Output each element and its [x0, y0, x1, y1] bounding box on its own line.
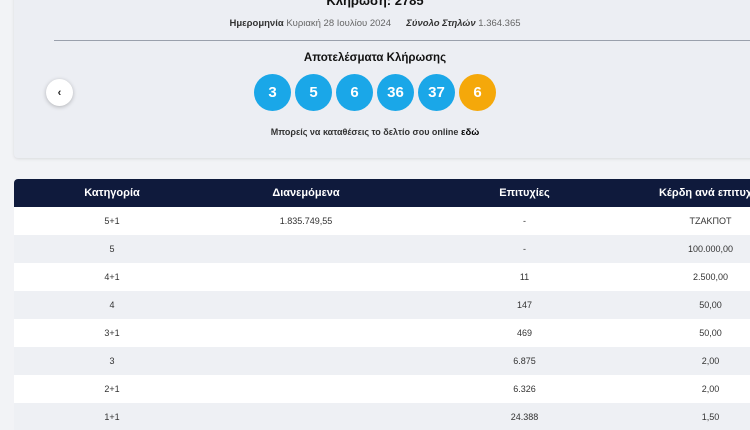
number-ball: 37 — [418, 74, 455, 111]
cell-winners: 469 — [516, 328, 533, 338]
table-row: 2+1 6.326 2,00 — [14, 375, 750, 403]
cell-winners: 11 — [519, 272, 530, 282]
number-ball: 36 — [377, 74, 414, 111]
table-row: 4 147 50,00 — [14, 291, 750, 319]
columns-label: Σύνολο Στηλών — [406, 18, 476, 29]
cell-category: 4+1 — [104, 272, 120, 282]
date-label: Ημερομηνία — [229, 18, 284, 29]
online-link[interactable]: εδώ — [461, 127, 479, 138]
cell-prize: 50,00 — [699, 328, 722, 338]
cell-prize: 1,50 — [701, 412, 720, 422]
cell-category: 2+1 — [104, 384, 120, 394]
online-text: Μπορείς να καταθέσεις το δελτίο σου onli… — [270, 127, 461, 137]
columns-value: 1.364.365 — [478, 18, 521, 29]
divider — [54, 40, 750, 41]
table-row: 3 6.875 2,00 — [14, 347, 750, 375]
header-winners: Επιτυχίες — [499, 187, 550, 199]
draw-title: Κλήρωση: 2785 — [326, 0, 424, 8]
results-title: Αποτελέσματα Κλήρωσης — [303, 52, 447, 64]
cell-distributed: 1.835.749,55 — [279, 216, 333, 226]
header-prize-per-winner: Κέρδη ανά επιτυχία — [658, 187, 750, 199]
cell-prize: 100.000,00 — [687, 244, 734, 254]
table-row: 4+1 11 2.500,00 — [14, 263, 750, 291]
table-row: 5+1 1.835.749,55 - ΤΖΑΚΠΟΤ — [14, 207, 750, 235]
cell-winners: 6.875 — [513, 356, 536, 366]
table-row: 5 - 100.000,00 — [14, 235, 750, 263]
draw-meta: Ημερομηνία Κυριακή 28 Ιουλίου 2024 Σύνολ… — [0, 18, 750, 29]
table-body: 5+1 1.835.749,55 - ΤΖΑΚΠΟΤ 5 - 100.000,00 4+1 11… — [14, 207, 750, 430]
number-ball: 5 — [295, 74, 332, 111]
cell-winners: - — [523, 244, 526, 254]
header-distributed: Διανεμόμενα — [272, 187, 340, 199]
joker-ball: 6 — [459, 74, 496, 111]
table-row: 3+1 469 50,00 — [14, 319, 750, 347]
cell-category: 4 — [109, 300, 115, 310]
cell-category: 1+1 — [104, 412, 120, 422]
date-value: Κυριακή 28 Ιουλίου 2024 — [286, 18, 391, 29]
online-notice: Μπορείς να καταθέσεις το δελτίο σου onli… — [0, 127, 750, 138]
number-ball: 6 — [336, 74, 373, 111]
cell-winners: 147 — [516, 300, 533, 310]
table-row: 1+1 24.388 1,50 — [14, 403, 750, 430]
cell-winners: - — [523, 216, 526, 226]
cell-prize: 2,00 — [701, 356, 720, 366]
cell-winners: 6.326 — [513, 384, 536, 394]
cell-prize: 2.500,00 — [692, 272, 729, 282]
cell-category: 3 — [109, 356, 115, 366]
cell-winners: 24.388 — [510, 412, 539, 422]
cell-category: 3+1 — [104, 328, 120, 338]
cell-prize: 2,00 — [701, 384, 720, 394]
header-category: Κατηγορία — [84, 187, 140, 199]
table-header: Κατηγορία Διανεμόμενα Επιτυχίες Κέρδη αν… — [14, 179, 750, 207]
cell-prize: 50,00 — [699, 300, 722, 310]
number-ball: 3 — [254, 74, 291, 111]
winning-numbers: 3 5 6 36 37 6 — [0, 74, 750, 111]
cell-prize: ΤΖΑΚΠΟΤ — [689, 216, 732, 226]
cell-category: 5 — [109, 244, 115, 254]
cell-category: 5+1 — [104, 216, 120, 226]
prize-table: Κατηγορία Διανεμόμενα Επιτυχίες Κέρδη αν… — [14, 179, 750, 430]
